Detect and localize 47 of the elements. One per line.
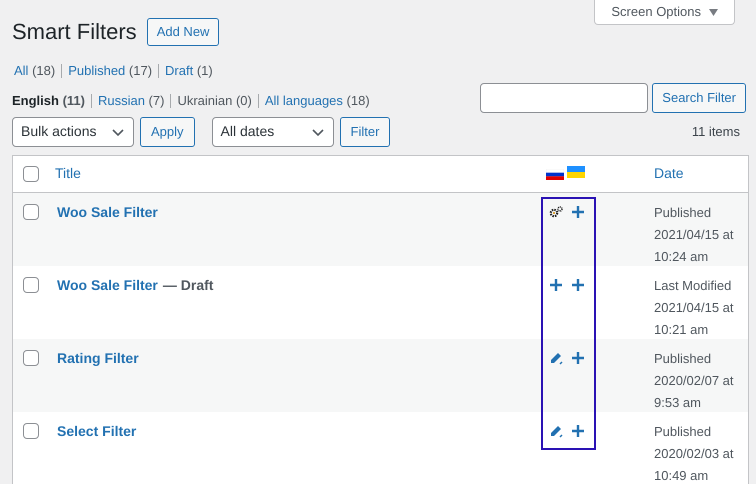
post-date: 2020/02/03 at 10:49 am: [654, 444, 735, 484]
search-button[interactable]: Search Filter: [652, 82, 746, 112]
checkbox[interactable]: [23, 422, 39, 438]
view-link[interactable]: Russian (7): [98, 90, 164, 110]
filter-title-link[interactable]: Select Filter: [57, 420, 136, 442]
column-header-link[interactable]: Title: [55, 163, 81, 184]
screen-options-tab[interactable]: Screen Options: [594, 0, 735, 25]
post-status: Published: [654, 204, 712, 222]
plus-icon[interactable]: [571, 204, 585, 218]
column-header-link[interactable]: Date: [654, 163, 684, 184]
view-link[interactable]: Draft (1): [165, 61, 213, 80]
filter-title-link[interactable]: Woo Sale Filter: [57, 274, 158, 296]
search-field[interactable]: [480, 82, 648, 112]
post-date: 2020/02/07 at 9:53 am: [654, 372, 735, 412]
caret-icon: [709, 8, 718, 16]
checkbox[interactable]: [23, 350, 39, 366]
post-status: Published: [654, 350, 712, 368]
view-link[interactable]: All (18): [14, 61, 56, 80]
gears-icon[interactable]: [549, 206, 563, 218]
flag-icon: [567, 166, 585, 178]
filter-title-link[interactable]: Rating Filter: [57, 348, 139, 368]
filter-title-link[interactable]: Woo Sale Filter: [57, 202, 158, 222]
view-link[interactable]: English (11): [12, 90, 85, 110]
post-date: 2021/04/15 at 10:24 am: [654, 226, 735, 266]
plus-icon[interactable]: [571, 350, 585, 364]
view-link[interactable]: All languages (18): [264, 90, 370, 110]
view-link[interactable]: Published (17): [68, 61, 152, 80]
checkbox[interactable]: [23, 166, 39, 182]
checkbox[interactable]: [23, 204, 39, 220]
pencil-icon[interactable]: [549, 424, 563, 438]
post-date: 2021/04/15 at 10:21 am: [654, 298, 735, 338]
post-status: Published: [654, 422, 712, 440]
items-count: 11 items: [692, 122, 740, 141]
plus-icon[interactable]: [571, 424, 585, 438]
plus-icon[interactable]: [571, 278, 585, 292]
post-status: Last Modified: [654, 276, 732, 294]
apply-button[interactable]: Apply: [140, 116, 195, 146]
pencil-icon[interactable]: [549, 350, 563, 364]
add-new-button[interactable]: Add New: [146, 18, 220, 46]
post-state: — Draft: [162, 276, 214, 294]
plus-icon[interactable]: [549, 278, 563, 292]
select-dropdown[interactable]: Bulk actions: [12, 116, 134, 146]
flag-icon: [546, 169, 564, 180]
select-dropdown[interactable]: All dates: [212, 116, 334, 146]
page-title: Smart Filters: [12, 18, 137, 46]
filter-button[interactable]: Filter: [340, 116, 390, 146]
checkbox[interactable]: [23, 276, 39, 292]
